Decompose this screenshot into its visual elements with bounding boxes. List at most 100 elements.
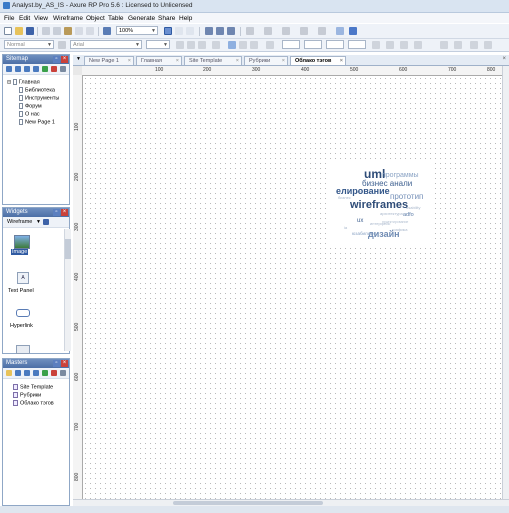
menu-generate[interactable]: Generate <box>128 15 155 22</box>
select-pointer-icon[interactable] <box>164 27 172 35</box>
tab-home[interactable]: Главная × <box>136 56 182 65</box>
add-child-icon[interactable] <box>15 66 21 72</box>
menu-file[interactable]: File <box>4 15 14 22</box>
paste-icon[interactable] <box>64 27 72 35</box>
add-page-icon[interactable] <box>6 66 12 72</box>
format-painter-icon[interactable] <box>103 27 111 35</box>
move-down-icon[interactable] <box>33 370 39 376</box>
align-center-icon[interactable] <box>239 41 247 49</box>
sitemap-item-home[interactable]: ⊟ Главная <box>7 79 40 85</box>
delete-icon[interactable] <box>51 370 57 376</box>
menu-table[interactable]: Table <box>108 15 124 22</box>
new-icon[interactable] <box>4 27 12 35</box>
menu-view[interactable]: View <box>34 15 48 22</box>
chevron-down-icon[interactable]: ▼ <box>36 219 41 225</box>
close-icon[interactable]: × <box>61 56 68 63</box>
line-width-icon[interactable] <box>282 27 290 35</box>
master-item-tag-cloud[interactable]: Облако тэгов <box>13 400 54 406</box>
group-icon[interactable] <box>205 27 213 35</box>
width-field[interactable] <box>326 40 344 49</box>
align-left-icon[interactable] <box>228 41 236 49</box>
close-icon[interactable]: × <box>176 57 179 66</box>
undo-icon[interactable] <box>75 27 83 35</box>
add-folder-icon[interactable] <box>6 370 12 376</box>
font-select[interactable]: Arial ▼ <box>70 40 142 49</box>
bullet-icon[interactable] <box>266 41 274 49</box>
text-panel-icon[interactable]: A <box>17 272 29 284</box>
close-icon[interactable]: × <box>282 57 285 66</box>
image-widget-label[interactable]: Image <box>11 249 29 255</box>
x-position-field[interactable] <box>282 40 300 49</box>
align-objects-icon[interactable] <box>386 41 394 49</box>
cut-icon[interactable] <box>42 27 50 35</box>
tab-site-template[interactable]: Site Template × <box>184 56 242 65</box>
tab-rubrics[interactable]: Рубрики × <box>244 56 288 65</box>
master-item-rubrics[interactable]: Рубрики <box>13 392 41 398</box>
design-canvas[interactable] <box>83 76 502 499</box>
sitemap-item-new-page[interactable]: New Page 1 <box>19 119 55 125</box>
close-icon[interactable]: × <box>61 360 68 367</box>
menu-edit[interactable]: Edit <box>19 15 30 22</box>
style-edit-icon[interactable] <box>58 41 66 49</box>
close-icon[interactable]: × <box>128 57 131 66</box>
delete-icon[interactable] <box>51 66 57 72</box>
ungroup-icon[interactable] <box>216 27 224 35</box>
vertical-scrollbar[interactable] <box>502 66 509 499</box>
sitemap-item-tools[interactable]: Инструменты <box>19 95 59 101</box>
menu-wireframe[interactable]: Wireframe <box>53 15 83 22</box>
move-down-icon[interactable] <box>33 66 39 72</box>
tag-cloud-widget[interactable]: бизнес архитектура интерфейс проектирова… <box>330 160 435 245</box>
select-contained-icon[interactable] <box>175 27 183 35</box>
menu-object[interactable]: Object <box>86 15 105 22</box>
underline-icon[interactable] <box>198 41 206 49</box>
menu-help[interactable]: Help <box>179 15 192 22</box>
image-widget-icon[interactable] <box>14 235 30 249</box>
close-icon[interactable]: × <box>61 209 68 216</box>
open-icon[interactable] <box>15 27 23 35</box>
scroll-thumb[interactable] <box>65 239 71 259</box>
widgets-scrollbar[interactable] <box>64 229 71 351</box>
hyperlink-label[interactable]: Hyperlink <box>10 323 33 329</box>
close-icon[interactable]: × <box>236 57 239 66</box>
line-color-icon[interactable] <box>264 27 272 35</box>
menu-share[interactable]: Share <box>158 15 175 22</box>
more-icon[interactable] <box>484 41 492 49</box>
zoom-select[interactable]: 100% ▼ <box>116 26 158 35</box>
search-icon[interactable] <box>43 219 49 225</box>
lock-icon[interactable] <box>440 41 448 49</box>
indent-icon[interactable] <box>42 66 48 72</box>
hyperlink-icon[interactable] <box>16 309 30 317</box>
fill-color-icon[interactable] <box>246 27 254 35</box>
find-icon[interactable] <box>60 66 66 72</box>
connector-icon[interactable] <box>186 27 194 35</box>
add-master-icon[interactable] <box>15 370 21 376</box>
line-style-icon[interactable] <box>300 27 308 35</box>
tab-new-page-1[interactable]: New Page 1 × <box>84 56 134 65</box>
snap-icon[interactable] <box>349 27 357 35</box>
italic-icon[interactable] <box>187 41 195 49</box>
text-panel-label[interactable]: Text Panel <box>8 288 34 294</box>
height-field[interactable] <box>348 40 366 49</box>
y-position-field[interactable] <box>304 40 322 49</box>
unlock-icon[interactable] <box>454 41 462 49</box>
align-right-icon[interactable] <box>250 41 258 49</box>
hidden-icon[interactable] <box>372 41 380 49</box>
scroll-thumb[interactable] <box>173 501 323 505</box>
grid-icon[interactable] <box>336 27 344 35</box>
restore-icon[interactable]: ▫ <box>53 56 60 63</box>
padding-icon[interactable] <box>470 41 478 49</box>
sitemap-item-forum[interactable]: Форум <box>19 103 42 109</box>
text-color-icon[interactable] <box>212 41 220 49</box>
restore-icon[interactable]: ▫ <box>53 360 60 367</box>
move-up-icon[interactable] <box>24 370 30 376</box>
indent-icon[interactable] <box>42 370 48 376</box>
master-item-site-template[interactable]: Site Template <box>13 384 53 390</box>
copy-icon[interactable] <box>53 27 61 35</box>
button-widget-icon[interactable] <box>16 345 30 354</box>
tab-list-icon[interactable]: ▼ <box>76 56 81 62</box>
bold-icon[interactable] <box>176 41 184 49</box>
tab-tag-cloud[interactable]: Облако тэгов × <box>290 56 346 65</box>
bring-front-icon[interactable] <box>227 27 235 35</box>
sitemap-item-about[interactable]: О нас <box>19 111 40 117</box>
widget-library-select[interactable]: Wireframe <box>7 219 32 225</box>
